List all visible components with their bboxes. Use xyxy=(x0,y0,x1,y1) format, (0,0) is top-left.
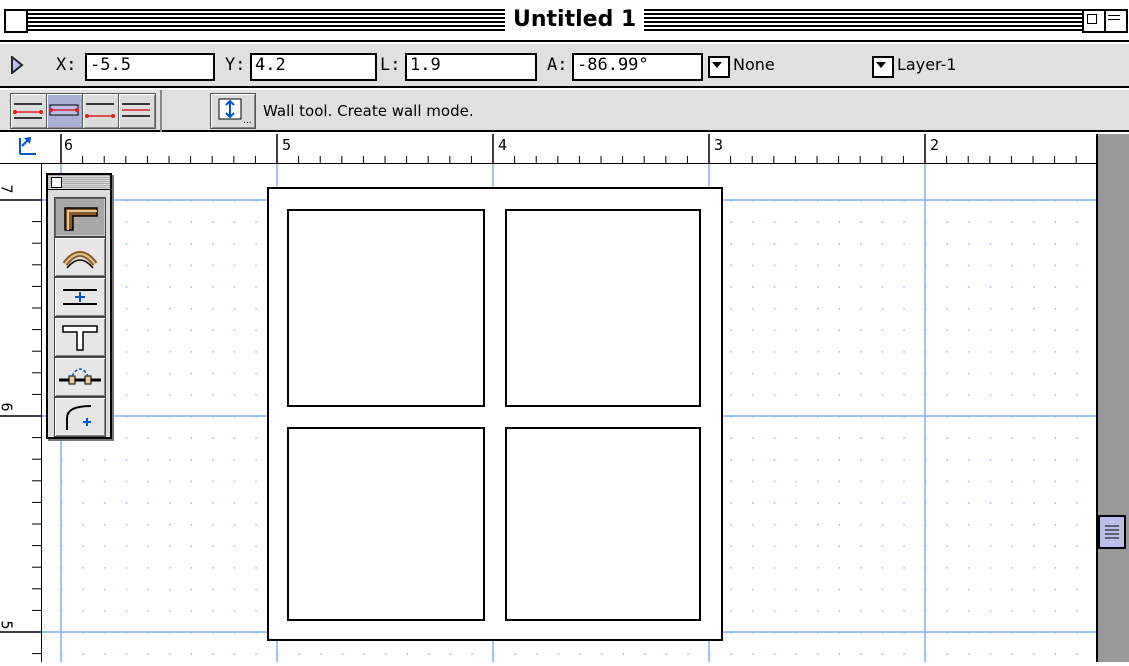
wall-icon xyxy=(64,207,98,231)
a-field[interactable]: -86.99° xyxy=(572,53,703,81)
hruler-label: 6 xyxy=(64,136,74,154)
close-box[interactable] xyxy=(4,9,28,33)
wall-arc-tool-button[interactable] xyxy=(54,357,106,397)
vruler-label: 5 xyxy=(0,620,16,629)
y-label: Y: xyxy=(225,55,246,75)
cursor-triangle-icon[interactable] xyxy=(10,56,24,74)
window-title-container: Untitled 1 xyxy=(505,4,645,36)
hruler-label: 3 xyxy=(714,136,724,154)
vertical-scrollbar[interactable] xyxy=(1096,134,1129,662)
layer-dropdown-icon[interactable] xyxy=(872,56,894,78)
vertical-ruler[interactable]: 7 6 5 xyxy=(0,164,42,662)
ruler-origin-icon xyxy=(19,137,36,155)
class-dropdown[interactable]: None xyxy=(733,55,775,74)
insert-in-wall-icon xyxy=(63,289,97,305)
horizontal-ruler[interactable]: 6 5 4 3 2 xyxy=(40,134,1096,164)
wall-arc-icon xyxy=(59,368,101,385)
x-field[interactable]: -5.5 xyxy=(85,53,215,81)
data-display-bar: X: -5.5 Y: 4.2 L: 1.9 A: -86.99° None La… xyxy=(0,44,1129,88)
wall-left-edge-icon xyxy=(13,103,43,119)
vertical-ruler-ticks xyxy=(0,199,42,655)
a-label: A: xyxy=(547,55,568,75)
l-label: L: xyxy=(380,55,401,75)
outer-wall[interactable] xyxy=(267,187,723,641)
zoom-box[interactable] xyxy=(1082,9,1106,33)
layer-dropdown[interactable]: Layer-1 xyxy=(897,55,957,74)
floor-plan[interactable] xyxy=(42,164,1096,662)
round-wall-tool-button[interactable] xyxy=(54,237,106,277)
ruler-origin[interactable] xyxy=(0,134,42,164)
hruler-label: 5 xyxy=(282,136,292,154)
wall-custom-offset-icon xyxy=(122,103,150,117)
hruler-label: 4 xyxy=(498,136,508,154)
title-bar[interactable]: Untitled 1 xyxy=(0,0,1129,42)
collapse-box[interactable] xyxy=(1104,9,1128,33)
y-field[interactable]: 4.2 xyxy=(250,53,377,81)
mode-bar: ... Wall tool. Create wall mode. xyxy=(0,90,1129,132)
wall-left-mode-button[interactable] xyxy=(10,93,48,129)
scroll-grip-icon xyxy=(1105,525,1119,539)
vruler-label: 7 xyxy=(0,184,16,193)
drawing-canvas[interactable] xyxy=(42,164,1096,662)
palette-close-box[interactable] xyxy=(51,177,62,188)
insert-tool-button[interactable] xyxy=(54,277,106,317)
hruler-label: 2 xyxy=(930,136,940,154)
wall-center-mode-button[interactable] xyxy=(46,93,84,129)
wall-tool-button[interactable] xyxy=(54,197,106,237)
class-dropdown-icon[interactable] xyxy=(708,56,730,78)
wall-preferences-button[interactable]: ... xyxy=(210,93,256,129)
window-title: Untitled 1 xyxy=(513,7,637,32)
fillet-tool-button[interactable] xyxy=(54,397,106,437)
scrollbar-thumb[interactable] xyxy=(1098,515,1126,549)
mode-hint: Wall tool. Create wall mode. xyxy=(263,102,474,120)
wall-join-tool-button[interactable] xyxy=(54,317,106,357)
mode-separator xyxy=(160,90,162,132)
fillet-icon xyxy=(66,405,92,430)
svg-text:...: ... xyxy=(243,116,252,126)
round-wall-icon xyxy=(62,251,98,269)
wall-join-icon xyxy=(62,325,98,351)
wall-right-edge-icon xyxy=(85,103,115,118)
wall-tools-palette[interactable] xyxy=(46,173,112,439)
vruler-label: 6 xyxy=(0,402,16,411)
wall-custom-mode-button[interactable] xyxy=(118,93,156,129)
wall-right-mode-button[interactable] xyxy=(82,93,120,129)
wall-center-icon xyxy=(49,104,79,116)
l-field[interactable]: 1.9 xyxy=(405,53,537,81)
x-label: X: xyxy=(56,55,77,75)
wall-thickness-icon: ... xyxy=(218,98,252,126)
